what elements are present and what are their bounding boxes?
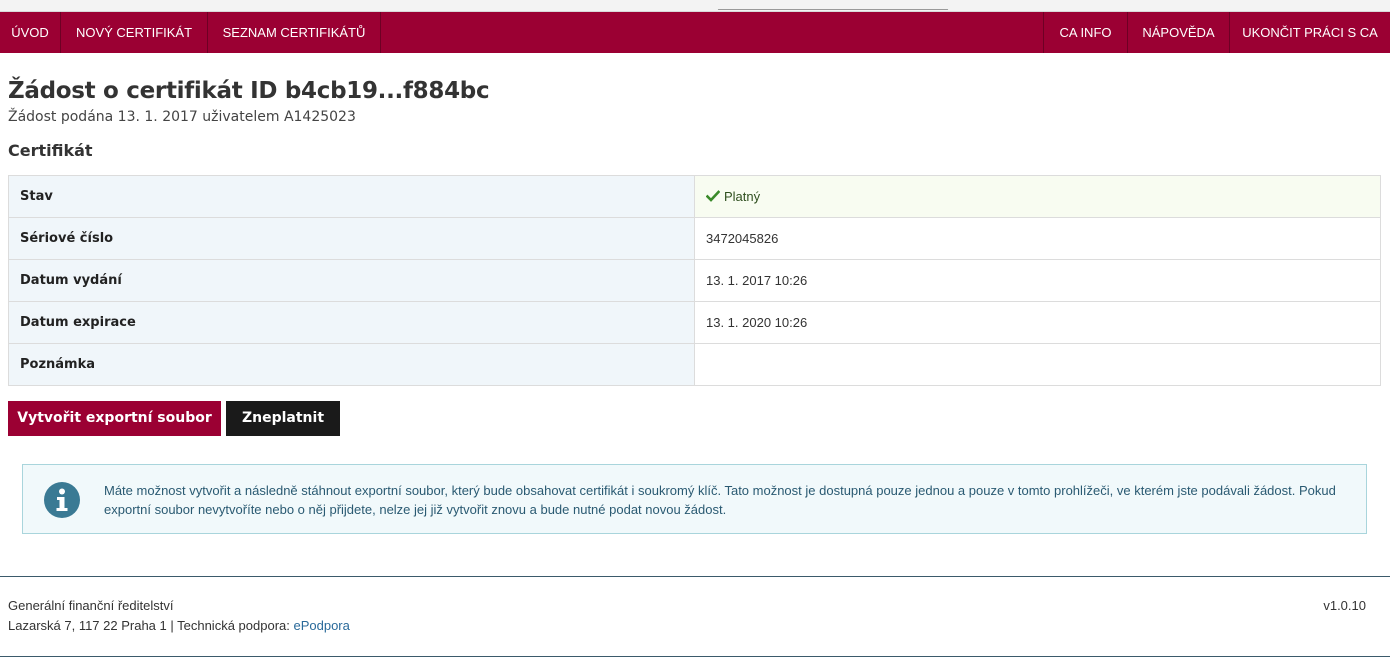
footer-address: Lazarská 7, 117 22 Praha 1 | Technická p… <box>8 618 350 633</box>
certificate-details-table: Stav Platný Sériové číslo 3472045826 Dat… <box>8 175 1381 386</box>
page-title: Žádost o certifikát ID b4cb19...f884bc <box>8 78 490 104</box>
table-row-issue-date: Datum vydání 13. 1. 2017 10:26 <box>9 260 1380 302</box>
table-row-note: Poznámka <box>9 344 1380 385</box>
footer-divider <box>0 576 1390 577</box>
status-value: Platný <box>695 176 1380 217</box>
table-row-serial: Sériové číslo 3472045826 <box>9 218 1380 260</box>
revoke-button[interactable]: Zneplatnit <box>226 401 340 436</box>
row-label: Datum vydání <box>9 260 695 301</box>
serial-number-value: 3472045826 <box>706 231 779 246</box>
check-icon <box>706 190 720 202</box>
info-icon <box>44 482 80 518</box>
footer-bottom-divider <box>0 656 1390 657</box>
nav-help[interactable]: Nápověda <box>1127 12 1229 53</box>
footer-address-text: Lazarská 7, 117 22 Praha 1 | Technická p… <box>8 618 294 633</box>
browser-top-strip <box>0 0 1390 12</box>
footer-organization: Generální finanční ředitelství <box>8 598 174 613</box>
nav-certificate-list[interactable]: Seznam certifikátů <box>208 12 381 53</box>
table-row-status: Stav Platný <box>9 176 1380 218</box>
info-message-box: Máte možnost vytvořit a následně stáhnou… <box>22 464 1367 534</box>
table-row-expiry-date: Datum expirace 13. 1. 2020 10:26 <box>9 302 1380 344</box>
info-text: Máte možnost vytvořit a následně stáhnou… <box>104 483 1336 517</box>
support-link[interactable]: ePodpora <box>293 618 349 633</box>
partial-document-edge <box>717 0 953 10</box>
note-value <box>695 344 1380 385</box>
issue-date-value: 13. 1. 2017 10:26 <box>706 273 808 288</box>
row-label: Datum expirace <box>9 302 695 343</box>
row-label: Stav <box>9 176 695 217</box>
create-export-file-button[interactable]: Vytvořit exportní soubor <box>8 401 221 436</box>
request-subtitle: Žádost podána 13. 1. 2017 uživatelem A14… <box>8 109 356 125</box>
app-version: v1.0.10 <box>1323 598 1366 613</box>
nav-ca-info[interactable]: CA info <box>1043 12 1127 53</box>
row-label: Sériové číslo <box>9 218 695 259</box>
nav-new-certificate[interactable]: Nový certifikát <box>61 12 208 53</box>
expiry-date-value: 13. 1. 2020 10:26 <box>706 315 808 330</box>
main-navbar: Úvod Nový certifikát Seznam certifikátů … <box>0 12 1390 53</box>
status-text: Platný <box>724 189 761 204</box>
nav-logout[interactable]: Ukončit práci s CA <box>1229 12 1390 53</box>
row-label: Poznámka <box>9 344 695 385</box>
nav-home[interactable]: Úvod <box>0 12 61 53</box>
section-title-certificate: Certifikát <box>8 141 93 160</box>
